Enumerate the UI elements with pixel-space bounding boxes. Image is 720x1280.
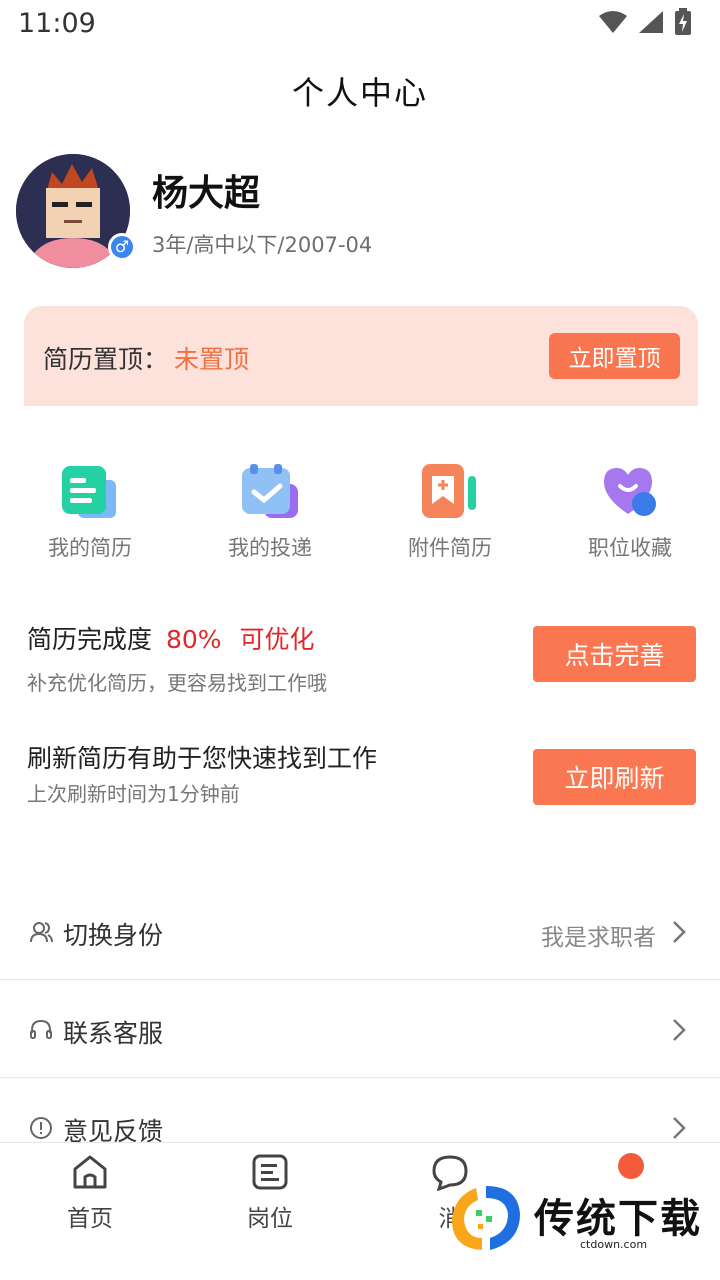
quick-item-my-delivery[interactable]: 我的投递 bbox=[180, 460, 360, 570]
watermark: 传统下载 ctdown.com bbox=[446, 1180, 706, 1260]
quick-item-job-favorites[interactable]: 职位收藏 bbox=[540, 460, 720, 570]
resume-top-card: 简历置顶： 未置顶 立即置顶 bbox=[24, 306, 698, 406]
current-identity-value: 我是求职者 bbox=[541, 925, 656, 951]
headset-icon bbox=[30, 1019, 52, 1039]
quick-menu: 我的简历 我的投递 附件简历 职位收藏 bbox=[0, 460, 720, 570]
resume-top-label: 简历置顶： bbox=[43, 345, 169, 374]
watermark-url: ctdown.com bbox=[580, 1238, 648, 1251]
jobs-list-icon bbox=[252, 1154, 288, 1190]
watermark-text: 传统下载 bbox=[534, 1196, 702, 1242]
contact-support-row[interactable]: 联系客服 bbox=[0, 980, 720, 1078]
tab-label: 岗位 bbox=[247, 1206, 293, 1232]
attachment-resume-icon bbox=[422, 464, 476, 518]
switch-identity-label: 切换身份 bbox=[63, 921, 164, 950]
status-bar: 11:09 bbox=[0, 0, 720, 50]
chevron-right-icon bbox=[673, 921, 686, 943]
tab-label: 首页 bbox=[67, 1206, 113, 1232]
cellular-signal-icon bbox=[639, 11, 663, 33]
refresh-title: 刷新简历有助于您快速找到工作 bbox=[27, 744, 378, 773]
status-icons bbox=[598, 8, 692, 36]
tab-jobs[interactable]: 岗位 bbox=[180, 1153, 360, 1233]
users-icon bbox=[30, 922, 53, 943]
chevron-right-icon bbox=[673, 1117, 686, 1139]
battery-charging-icon bbox=[675, 8, 691, 35]
contact-support-label: 联系客服 bbox=[63, 1019, 164, 1048]
refresh-resume-button[interactable]: 立即刷新 bbox=[533, 749, 696, 805]
quick-label: 我的投递 bbox=[228, 536, 312, 560]
resume-icon bbox=[62, 466, 116, 518]
wifi-icon bbox=[599, 11, 627, 33]
improve-resume-button[interactable]: 点击完善 bbox=[533, 626, 696, 682]
favorite-heart-icon bbox=[604, 468, 656, 516]
quick-item-attachment-resume[interactable]: 附件简历 bbox=[360, 460, 540, 570]
delivery-icon bbox=[242, 464, 298, 518]
notification-badge bbox=[618, 1153, 644, 1179]
completion-hint: 可优化 bbox=[239, 625, 315, 654]
completion-title: 简历完成度 bbox=[27, 625, 153, 654]
completion-percent: 80% bbox=[165, 625, 222, 654]
switch-identity-row[interactable]: 切换身份 我是求职者 bbox=[0, 882, 720, 980]
refresh-subtitle: 上次刷新时间为1分钟前 bbox=[27, 782, 240, 806]
completion-title-row: 简历完成度 80% 可优化 bbox=[27, 620, 315, 656]
gender-male-icon: ♂ bbox=[108, 233, 136, 261]
home-icon bbox=[73, 1155, 107, 1189]
tab-home[interactable]: 首页 bbox=[0, 1153, 180, 1233]
completion-subtitle: 补充优化简历，更容易找到工作哦 bbox=[27, 671, 327, 695]
quick-label: 附件简历 bbox=[408, 536, 492, 560]
resume-top-status: 未置顶 bbox=[174, 345, 250, 374]
chevron-right-icon bbox=[673, 1019, 686, 1041]
page-title: 个人中心 bbox=[291, 74, 428, 112]
quick-item-my-resume[interactable]: 我的简历 bbox=[0, 460, 180, 570]
info-circle-icon bbox=[30, 1117, 52, 1139]
user-meta: 3年/高中以下/2007-04 bbox=[152, 233, 373, 257]
quick-label: 职位收藏 bbox=[588, 536, 672, 560]
quick-label: 我的简历 bbox=[48, 536, 132, 560]
top-now-button[interactable]: 立即置顶 bbox=[549, 333, 680, 379]
user-name: 杨大超 bbox=[152, 173, 261, 214]
status-time: 11:09 bbox=[18, 8, 96, 39]
watermark-logo-icon bbox=[452, 1186, 520, 1250]
